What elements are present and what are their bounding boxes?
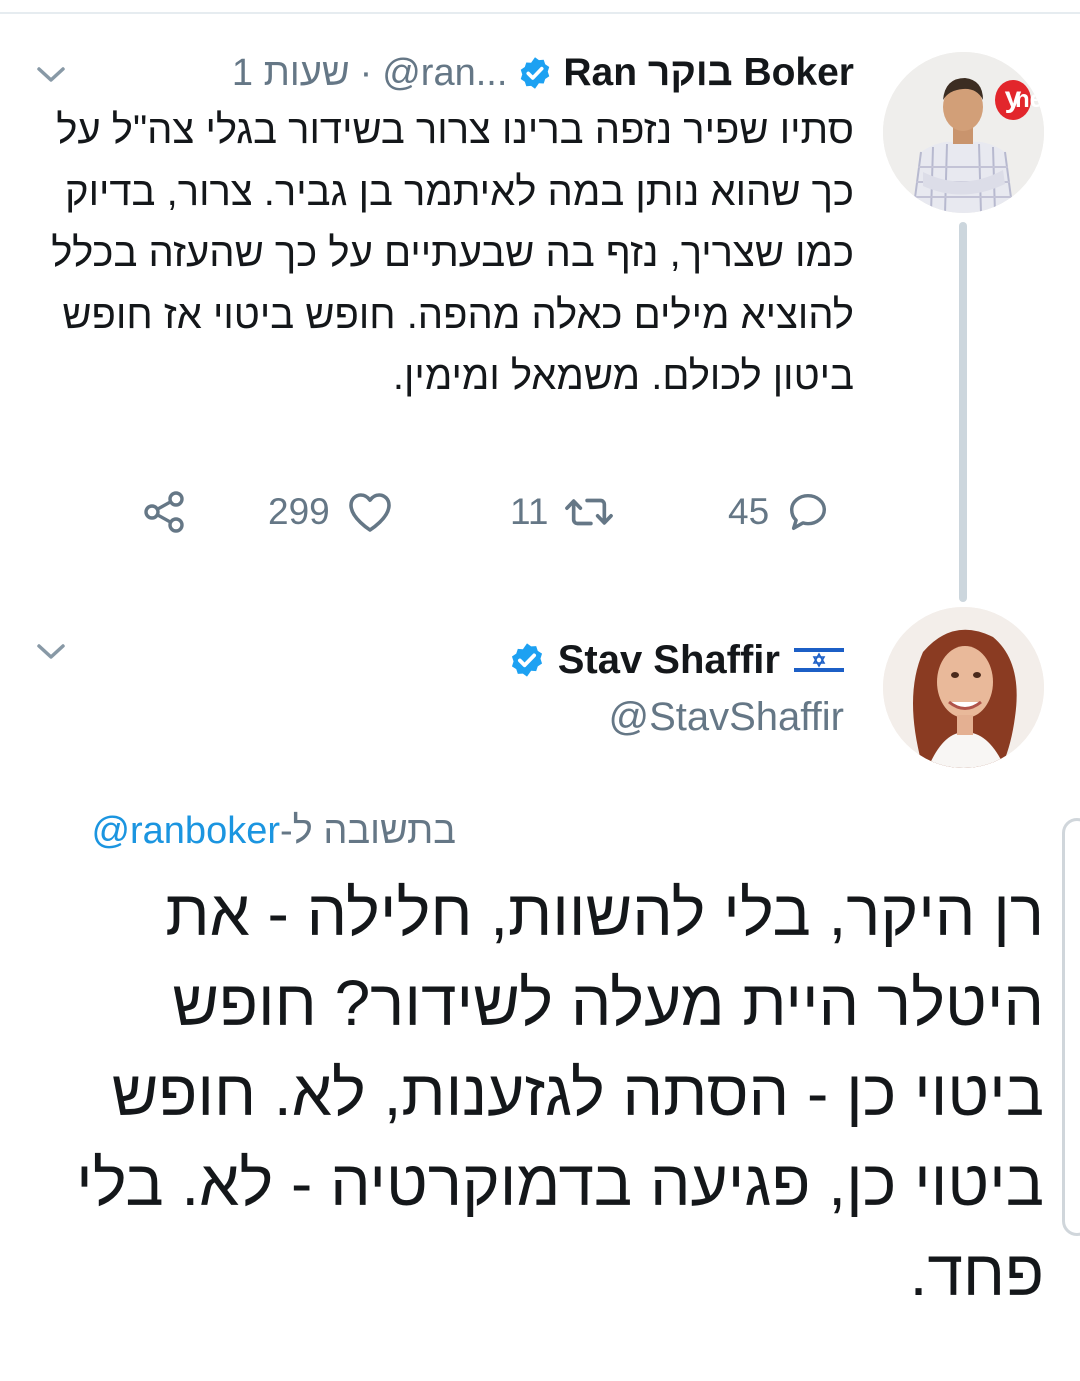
like-button[interactable]: 299 — [268, 480, 394, 544]
share-icon — [144, 491, 184, 533]
reply-button[interactable]: 45 — [728, 480, 831, 544]
retweet-icon — [565, 498, 614, 526]
ynet-logo-text: net — [1015, 86, 1044, 113]
tweet1-handle[interactable]: @ran... — [382, 52, 507, 95]
israel-flag-icon — [794, 645, 844, 675]
chevron-down-icon[interactable] — [36, 642, 66, 662]
retweet-button[interactable]: 11 — [510, 480, 614, 544]
avatar-image — [883, 607, 1044, 768]
reply-count: 45 — [728, 491, 770, 532]
retweet-count: 11 — [510, 491, 549, 532]
avatar-image — [883, 52, 1044, 213]
like-count: 299 — [268, 491, 330, 532]
verified-badge-icon — [511, 643, 542, 677]
thread-line — [959, 222, 967, 602]
tweet1-text: סתיו שפיר נזפה ברינו צרור בשידור בגלי צה… — [51, 108, 854, 398]
tweet1-action-bar: 45 11 299 — [0, 480, 880, 544]
separator-dot: · — [359, 51, 373, 94]
replying-to-label: בתשובה ל- — [280, 810, 456, 852]
tweet2-header: Stav Shaffir — [496, 632, 844, 688]
share-button[interactable] — [140, 480, 188, 544]
tweet1-timestamp[interactable]: 1 שעות — [232, 52, 350, 95]
scrollbar-edge[interactable] — [1062, 818, 1080, 1236]
heart-icon — [348, 493, 391, 532]
stav-shaffir-avatar[interactable] — [883, 607, 1044, 768]
top-divider — [0, 12, 1080, 14]
tweet2-handle[interactable]: @StavShaffir — [608, 695, 844, 740]
tweet1-author-name[interactable]: Ran בוקר Boker — [563, 51, 854, 95]
replying-to-handle-link[interactable]: @ranboker — [91, 810, 280, 852]
tweet1-header: Ran בוקר Boker @ran... · 1 שעות — [232, 48, 854, 98]
replying-to-line: בתשובה ל-@ranboker — [91, 810, 456, 853]
tweet2-text: רן היקר, בלי להשוות, חלילה - את היטלר הי… — [76, 877, 1044, 1309]
tweet2-author-name[interactable]: Stav Shaffir — [558, 638, 780, 683]
chevron-down-icon[interactable] — [36, 65, 66, 85]
reply-icon — [790, 493, 827, 531]
ran-boker-avatar[interactable]: y net — [883, 52, 1044, 213]
verified-badge-icon — [521, 57, 550, 89]
